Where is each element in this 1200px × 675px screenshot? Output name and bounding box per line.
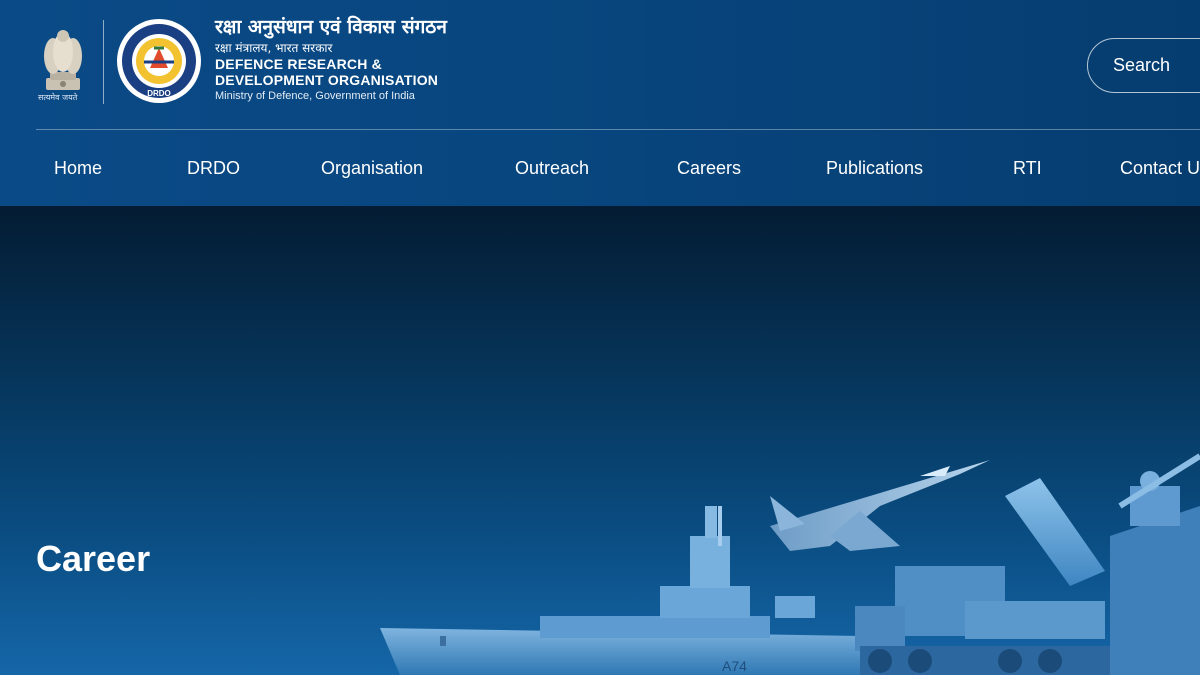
defence-equipment-illustration: A74 (380, 453, 1200, 675)
ship-hull-number: A74 (722, 658, 747, 674)
search-button[interactable]: Search (1087, 38, 1200, 93)
logo-divider (103, 20, 104, 104)
main-nav: Home DRDO Organisation Outreach Careers … (0, 130, 1200, 206)
org-name-en-line1: DEFENCE RESEARCH & (215, 56, 382, 72)
org-name-hindi: रक्षा अनुसंधान एवं विकास संगठन (215, 16, 447, 38)
hero-banner: A74 Career (0, 206, 1200, 675)
drdo-logo-icon[interactable]: DRDO (116, 18, 202, 104)
org-name-en-line2: DEVELOPMENT ORGANISATION (215, 72, 439, 88)
radar-vehicle-graphic (855, 478, 1140, 675)
nav-item-drdo[interactable]: DRDO (187, 158, 240, 179)
ministry-en: Ministry of Defence, Government of India (215, 90, 415, 102)
nav-item-contact[interactable]: Contact U (1120, 158, 1200, 179)
tank-graphic (1110, 453, 1200, 675)
ministry-hindi: रक्षा मंत्रालय, भारत सरकार (215, 41, 333, 55)
nav-item-careers[interactable]: Careers (677, 158, 741, 179)
emblem-motto: सत्यमेव जयते (38, 93, 78, 102)
nav-item-home[interactable]: Home (54, 158, 102, 179)
logo-text: DRDO (147, 89, 171, 98)
nav-item-outreach[interactable]: Outreach (515, 158, 589, 179)
org-identity: रक्षा अनुसंधान एवं विकास संगठन रक्षा मंत… (215, 14, 447, 105)
nav-item-publications[interactable]: Publications (826, 158, 923, 179)
site-header: सत्यमेव जयते DRDO रक्षा अनुसंधान एवं विक… (0, 0, 1200, 206)
nav-item-rti[interactable]: RTI (1013, 158, 1042, 179)
fighter-jet-graphic (770, 460, 990, 551)
nav-item-organisation[interactable]: Organisation (321, 158, 423, 179)
page-title: Career (36, 538, 151, 579)
